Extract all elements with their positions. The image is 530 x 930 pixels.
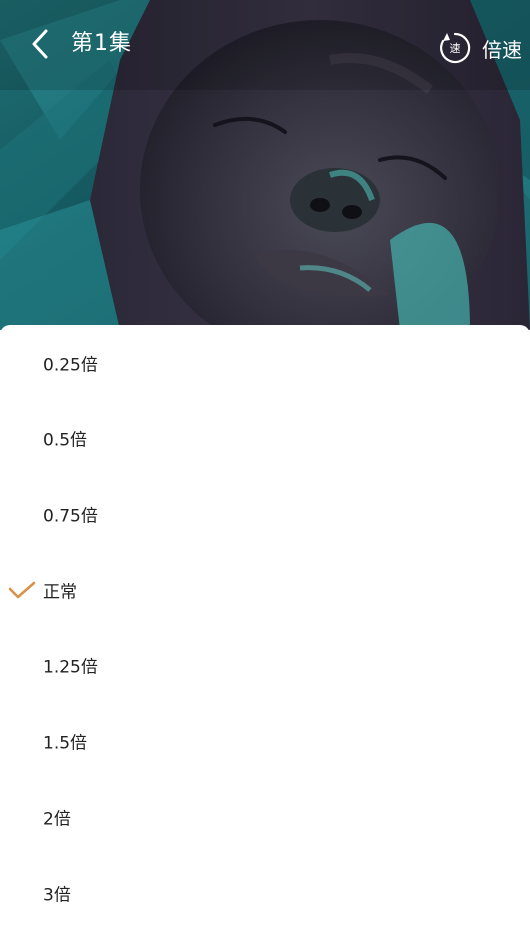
- speed-option-label: 2倍: [43, 809, 71, 829]
- speed-option-label: 0.5倍: [43, 430, 88, 450]
- check-icon: [8, 581, 36, 598]
- speed-icon: 速: [438, 31, 472, 65]
- episode-title: 第1集: [71, 31, 132, 56]
- speed-option-0.5x[interactable]: 0.5倍: [0, 400, 530, 475]
- speed-option-1.5x[interactable]: 1.5倍: [0, 703, 530, 778]
- speed-icon-char: 速: [449, 42, 461, 55]
- speed-option-3x[interactable]: 3倍: [0, 855, 530, 930]
- back-button[interactable]: [20, 24, 60, 64]
- speed-option-label: 0.75倍: [43, 506, 98, 526]
- speed-option-label: 0.25倍: [43, 355, 98, 375]
- speed-option-1.25x[interactable]: 1.25倍: [0, 627, 530, 702]
- speed-option-0.25x[interactable]: 0.25倍: [0, 325, 530, 400]
- speed-label: 倍速: [482, 37, 522, 62]
- speed-options-sheet: 0.25倍 0.5倍 0.75倍 正常 1.25倍 1.5倍 2倍 3倍: [0, 325, 530, 926]
- chevron-left-icon: [32, 29, 48, 59]
- speed-option-2x[interactable]: 2倍: [0, 779, 530, 854]
- speed-option-label: 1.25倍: [43, 657, 98, 677]
- speed-option-label: 正常: [43, 582, 77, 602]
- playback-speed-button[interactable]: 速 倍速: [438, 30, 522, 66]
- video-player[interactable]: 第1集 速 倍速: [0, 0, 530, 330]
- speed-option-label: 1.5倍: [43, 733, 88, 753]
- speed-option-0.75x[interactable]: 0.75倍: [0, 476, 530, 551]
- speed-option-normal[interactable]: 正常: [0, 552, 530, 627]
- speed-option-label: 3倍: [43, 885, 71, 905]
- top-bar: 第1集 速 倍速: [0, 0, 530, 90]
